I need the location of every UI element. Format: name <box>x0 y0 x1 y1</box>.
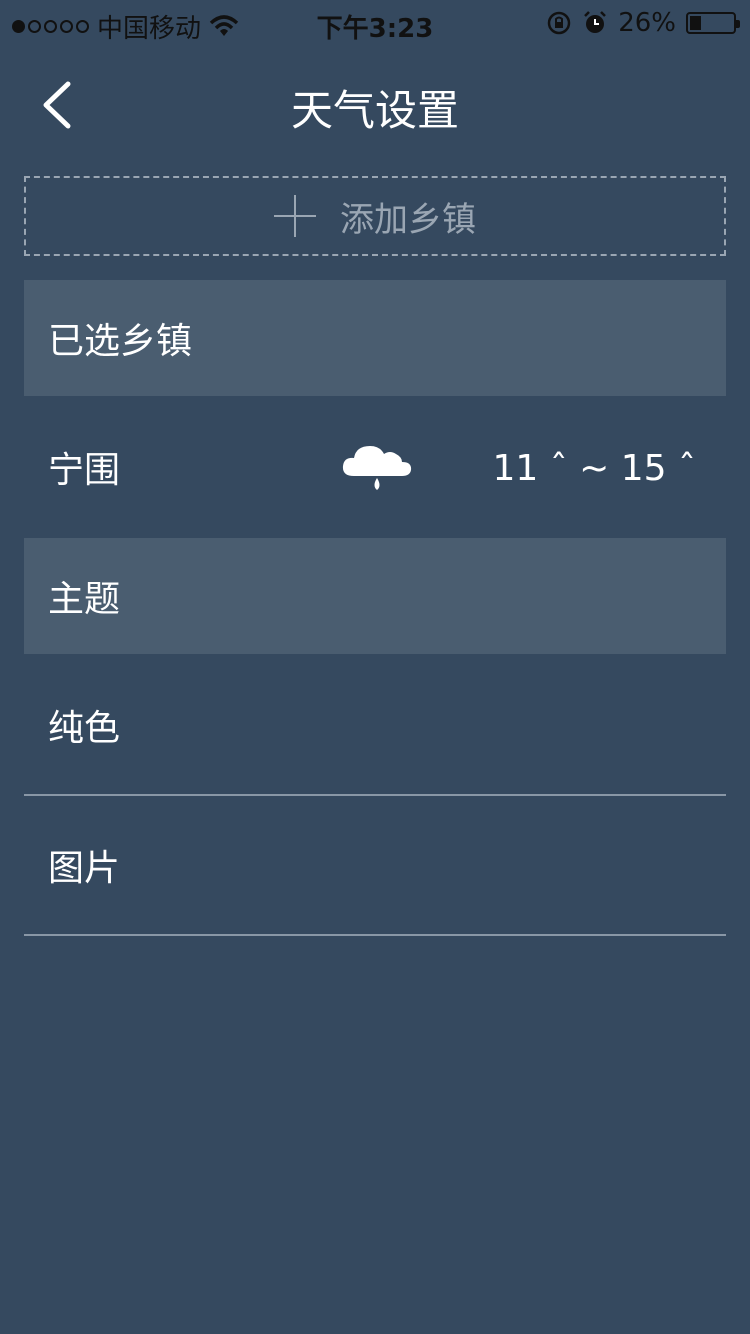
battery-icon <box>686 12 740 34</box>
temperature-range: 11 ˆ ~ 15 ˆ <box>492 448 696 489</box>
divider <box>24 934 726 936</box>
option-label: 图片 <box>48 848 121 889</box>
rotation-lock-icon <box>547 11 571 35</box>
section-title: 主题 <box>48 579 121 620</box>
section-title: 已选乡镇 <box>48 321 193 362</box>
town-name: 宁围 <box>48 450 121 491</box>
theme-option-image[interactable]: 图片 <box>24 796 726 934</box>
option-label: 纯色 <box>48 708 121 749</box>
status-right: 26% <box>546 8 740 38</box>
cloud-rain-icon <box>342 446 412 490</box>
add-town-button[interactable]: 添加乡镇 <box>24 176 726 256</box>
navigation-bar: 天气设置 <box>0 50 750 150</box>
theme-option-solid-color[interactable]: 纯色 <box>24 656 726 794</box>
page-title: 天气设置 <box>290 86 459 135</box>
town-row[interactable]: 宁围 11 ˆ ~ 15 ˆ <box>24 398 726 536</box>
section-header-selected-towns: 已选乡镇 <box>24 280 726 396</box>
section-header-theme: 主题 <box>24 538 726 654</box>
status-bar: 中国移动 下午3:23 26% <box>0 0 750 50</box>
battery-percent: 26% <box>618 8 676 38</box>
alarm-icon <box>584 11 607 33</box>
plus-icon <box>274 195 316 237</box>
add-town-label: 添加乡镇 <box>340 199 476 240</box>
